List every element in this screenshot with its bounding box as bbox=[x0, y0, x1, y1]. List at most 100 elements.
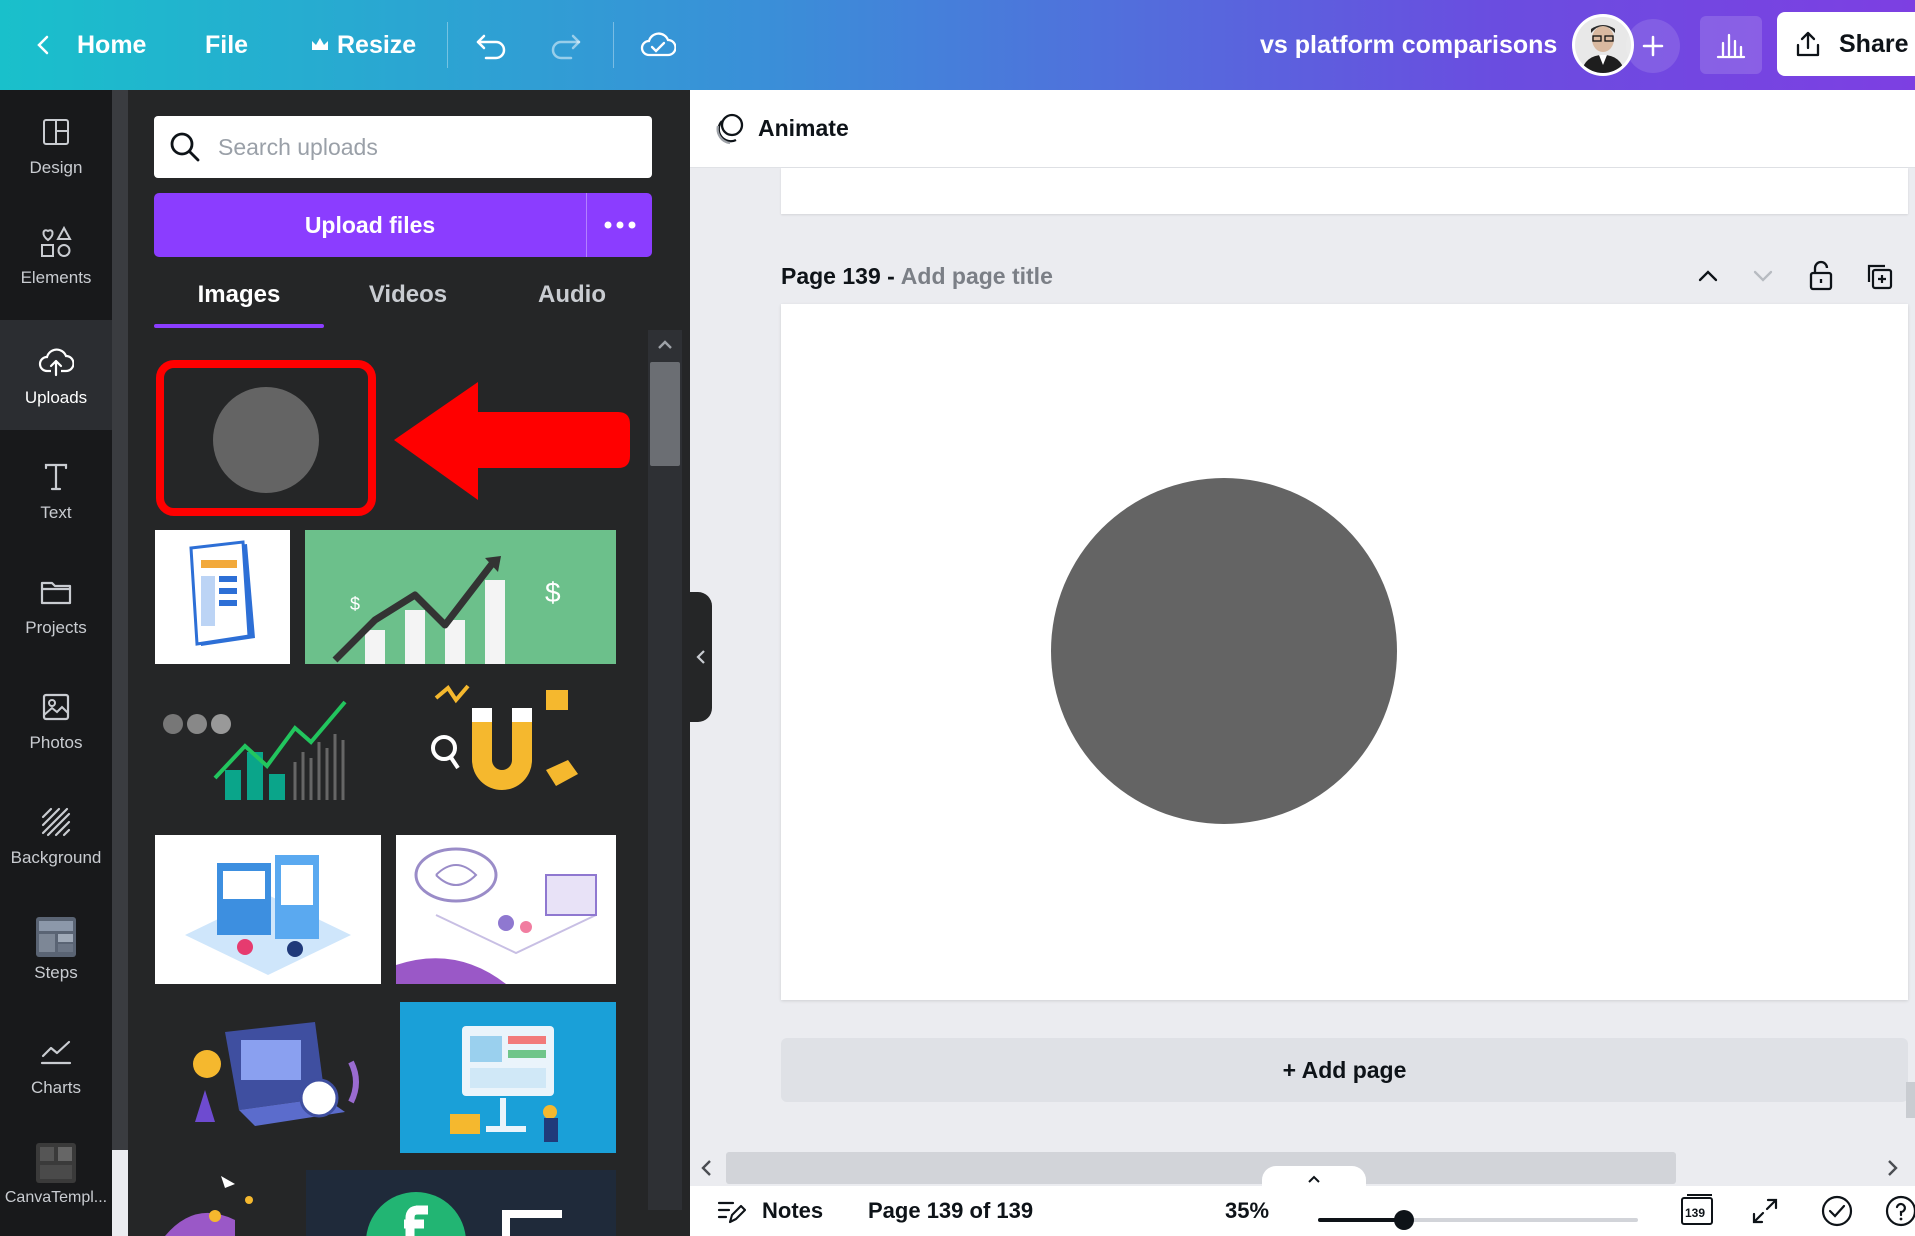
undo-icon[interactable] bbox=[471, 25, 511, 65]
zoom-slider-handle[interactable] bbox=[1394, 1210, 1414, 1230]
active-tab-indicator bbox=[154, 324, 324, 328]
toolbar-divider bbox=[447, 22, 448, 68]
rail-item-projects[interactable]: Projects bbox=[0, 550, 112, 660]
rail-item-uploads[interactable]: Uploads bbox=[0, 320, 112, 430]
design-page[interactable] bbox=[781, 304, 1908, 1000]
rail-item-canvatemplates[interactable]: CanvaTempl... bbox=[0, 1120, 112, 1230]
more-options-button[interactable] bbox=[586, 193, 652, 257]
duplicate-page-icon[interactable] bbox=[1859, 256, 1899, 296]
search-box[interactable] bbox=[154, 116, 652, 178]
partial-logo-thumbnail[interactable] bbox=[306, 1170, 616, 1236]
animate-icon bbox=[712, 112, 746, 146]
search-input[interactable] bbox=[218, 133, 638, 161]
share-button[interactable]: Share bbox=[1777, 12, 1915, 76]
animate-button[interactable]: Animate bbox=[758, 115, 849, 142]
highlight-box bbox=[156, 360, 376, 516]
rail-label: Photos bbox=[29, 733, 83, 752]
folder-icon bbox=[36, 572, 76, 612]
rail-label: Design bbox=[29, 158, 83, 177]
document-illustration-thumbnail[interactable] bbox=[155, 530, 290, 664]
svg-text:$: $ bbox=[545, 577, 561, 608]
partial-illustration-thumbnail[interactable] bbox=[155, 1170, 285, 1236]
insights-button[interactable] bbox=[1700, 16, 1762, 74]
top-bar: Home File Resize vs platform comparisons bbox=[0, 0, 1915, 90]
add-page-button[interactable]: + Add page bbox=[781, 1038, 1908, 1102]
document-title[interactable]: vs platform comparisons bbox=[1260, 0, 1557, 90]
previous-page-preview[interactable] bbox=[781, 168, 1908, 214]
search-icon bbox=[168, 130, 202, 164]
left-rail: Design Elements Uploads Text Projects Ph… bbox=[0, 90, 112, 1236]
add-collaborator-button[interactable] bbox=[1626, 19, 1680, 73]
gray-circle-element bbox=[1051, 478, 1397, 824]
rail-item-background[interactable]: Background bbox=[0, 780, 112, 890]
context-toolbar: Animate bbox=[690, 90, 1915, 168]
page-count-badge: 139 bbox=[1685, 1206, 1706, 1220]
share-icon bbox=[1793, 29, 1823, 59]
chevron-down-icon[interactable] bbox=[1743, 256, 1783, 296]
magnet-illustration-thumbnail[interactable] bbox=[396, 682, 616, 802]
home-button[interactable]: Home bbox=[77, 0, 146, 90]
tab-audio[interactable]: Audio bbox=[492, 270, 652, 320]
rail-scrollbar[interactable] bbox=[112, 90, 128, 1150]
rail-label: CanvaTempl... bbox=[4, 1189, 108, 1206]
redo-icon[interactable] bbox=[546, 25, 586, 65]
collapse-panel-button[interactable] bbox=[690, 592, 712, 722]
dashboard-illustration-thumbnail[interactable] bbox=[400, 1002, 616, 1153]
steps-app-icon bbox=[36, 917, 76, 957]
notes-icon bbox=[716, 1196, 746, 1226]
line-chart-icon bbox=[36, 1032, 76, 1072]
text-icon bbox=[36, 457, 76, 497]
laptop-illustration-thumbnail[interactable] bbox=[155, 1002, 381, 1153]
upload-files-button[interactable]: Upload files bbox=[154, 193, 586, 257]
rail-item-steps[interactable]: Steps bbox=[0, 895, 112, 1005]
crown-icon bbox=[300, 25, 340, 65]
rail-item-design[interactable]: Design bbox=[0, 90, 112, 200]
growth-chart-illustration-thumbnail[interactable]: $ $ bbox=[305, 530, 616, 664]
rail-item-charts[interactable]: Charts bbox=[0, 1010, 112, 1120]
resize-button[interactable]: Resize bbox=[337, 0, 416, 90]
avatar[interactable] bbox=[1572, 14, 1634, 76]
chevron-up-icon bbox=[1308, 1175, 1320, 1183]
file-menu-button[interactable]: File bbox=[205, 0, 248, 90]
lock-icon[interactable] bbox=[1801, 256, 1841, 296]
background-pattern-icon bbox=[36, 802, 76, 842]
chevron-up-icon[interactable] bbox=[1688, 256, 1728, 296]
panel-scroll-thumb[interactable] bbox=[650, 362, 680, 466]
svg-text:$: $ bbox=[350, 594, 360, 614]
bottom-bar: Notes Page 139 of 139 35% 139 bbox=[690, 1186, 1915, 1236]
notes-button[interactable]: Notes bbox=[762, 1198, 823, 1224]
zoom-slider-fill bbox=[1318, 1218, 1404, 1222]
cloud-upload-icon bbox=[36, 342, 76, 382]
shapes-icon bbox=[36, 222, 76, 262]
bar-chart-icon bbox=[1716, 33, 1746, 59]
rail-item-text[interactable]: Text bbox=[0, 435, 112, 545]
page-header: Page 139 - Add page title bbox=[781, 256, 1053, 296]
fullscreen-icon[interactable] bbox=[1750, 1196, 1780, 1226]
scroll-right-arrow-icon[interactable] bbox=[1885, 1158, 1901, 1183]
rail-label: Background bbox=[10, 848, 102, 867]
cloud-saved-icon[interactable] bbox=[638, 25, 678, 65]
zoom-level[interactable]: 35% bbox=[1225, 1198, 1269, 1224]
horizontal-scroll-thumb[interactable] bbox=[726, 1152, 1676, 1184]
rail-item-elements[interactable]: Elements bbox=[0, 200, 112, 310]
page-title-input[interactable]: Add page title bbox=[901, 263, 1053, 290]
scroll-up-arrow-icon[interactable] bbox=[654, 334, 676, 356]
toolbar-divider bbox=[613, 22, 614, 68]
chevron-left-icon[interactable] bbox=[24, 25, 64, 65]
canvas-vertical-scrollbar[interactable] bbox=[1906, 1082, 1915, 1118]
isometric-meeting-illustration-thumbnail[interactable] bbox=[155, 835, 381, 984]
rail-label: Text bbox=[40, 503, 72, 522]
scroll-left-arrow-icon[interactable] bbox=[698, 1158, 714, 1183]
check-circle-icon[interactable] bbox=[1820, 1194, 1854, 1228]
page-indicator[interactable]: Page 139 of 139 bbox=[868, 1198, 1033, 1224]
analytics-illustration-thumbnail[interactable] bbox=[155, 682, 363, 802]
help-icon[interactable] bbox=[1884, 1194, 1915, 1228]
tab-images[interactable]: Images bbox=[154, 270, 324, 320]
rail-label: Uploads bbox=[24, 388, 88, 407]
page-grid-button[interactable]: 139 bbox=[1679, 1192, 1715, 1228]
rail-item-photos[interactable]: Photos bbox=[0, 665, 112, 775]
tab-videos[interactable]: Videos bbox=[324, 270, 492, 320]
more-dots-icon bbox=[604, 221, 635, 229]
rail-label: Elements bbox=[20, 268, 92, 287]
brain-network-illustration-thumbnail[interactable] bbox=[396, 835, 616, 984]
